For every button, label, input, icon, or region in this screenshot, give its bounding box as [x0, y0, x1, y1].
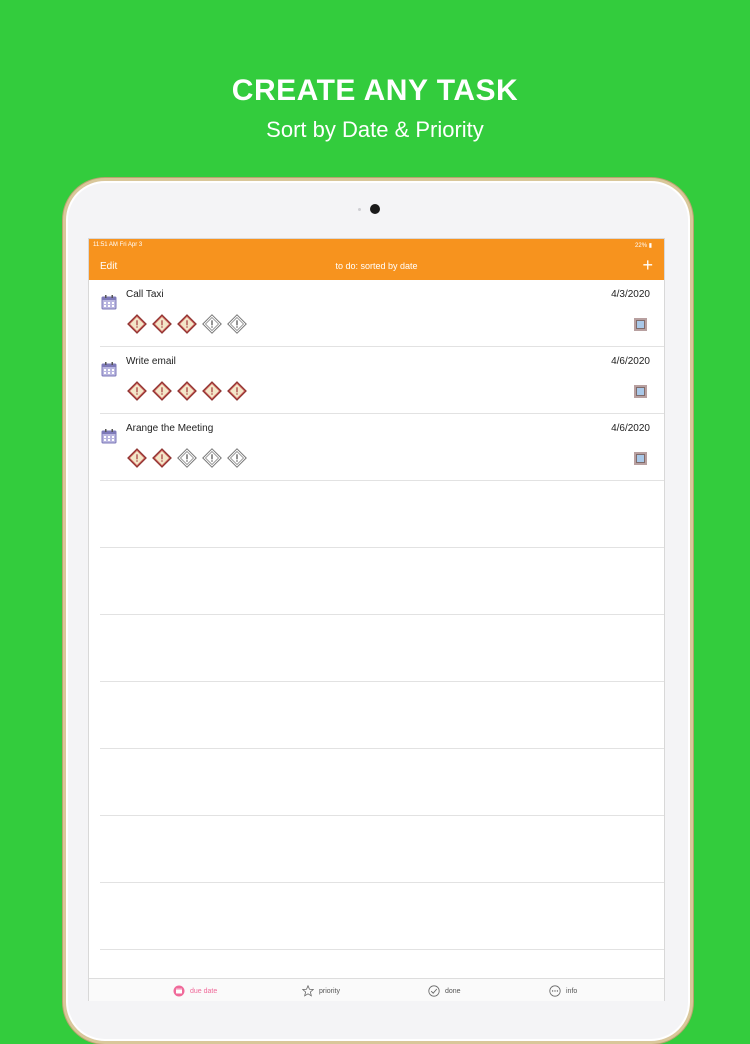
- done-checkbox[interactable]: [634, 385, 647, 398]
- priority-rating[interactable]: [127, 381, 247, 401]
- priority-rating[interactable]: [127, 314, 247, 334]
- task-row[interactable]: Write email 4/6/2020: [100, 347, 664, 414]
- tab-label: priority: [319, 987, 341, 995]
- add-task-button[interactable]: +: [642, 255, 653, 276]
- empty-row: [100, 883, 664, 950]
- priority-diamond-empty-icon[interactable]: [227, 314, 247, 334]
- priority-rating[interactable]: [127, 448, 247, 468]
- priority-diamond-empty-icon[interactable]: [202, 448, 222, 468]
- task-row[interactable]: Arange the Meeting 4/6/2020: [100, 414, 664, 481]
- task-date: 4/6/2020: [611, 356, 650, 367]
- task-date: 4/3/2020: [611, 289, 650, 300]
- priority-diamond-filled-icon[interactable]: [127, 381, 147, 401]
- task-row[interactable]: Call Taxi 4/3/2020: [100, 280, 664, 347]
- done-checkbox[interactable]: [634, 452, 647, 465]
- tab-done[interactable]: done: [428, 985, 461, 997]
- priority-diamond-filled-icon[interactable]: [127, 448, 147, 468]
- priority-diamond-filled-icon[interactable]: [177, 381, 197, 401]
- task-title: Call Taxi: [126, 289, 164, 300]
- tab-label: done: [445, 987, 461, 995]
- priority-diamond-empty-icon[interactable]: [177, 448, 197, 468]
- app-screen: 11:51 AM Fri Apr 3 22% ▮ Edit to do: sor…: [88, 238, 665, 1001]
- task-date: 4/6/2020: [611, 423, 650, 434]
- task-title: Arange the Meeting: [126, 423, 214, 434]
- tab-label: due date: [190, 987, 218, 995]
- tab-due-date[interactable]: due date: [173, 985, 217, 997]
- calendar-icon: [173, 985, 185, 997]
- empty-row: [100, 816, 664, 883]
- calendar-icon: [101, 361, 117, 382]
- priority-diamond-empty-icon[interactable]: [202, 314, 222, 334]
- done-checkbox[interactable]: [634, 318, 647, 331]
- priority-diamond-filled-icon[interactable]: [177, 314, 197, 334]
- empty-row: [100, 749, 664, 816]
- priority-diamond-filled-icon[interactable]: [202, 381, 222, 401]
- status-battery: 22% ▮: [635, 243, 652, 249]
- empty-row: [100, 615, 664, 682]
- tab-label: info: [566, 987, 578, 995]
- empty-row: [100, 481, 664, 548]
- priority-diamond-filled-icon[interactable]: [152, 381, 172, 401]
- status-time: 11:51 AM Fri Apr 3: [93, 242, 143, 248]
- nav-title: to do: sorted by date: [335, 261, 418, 271]
- task-title: Write email: [126, 356, 176, 367]
- priority-diamond-empty-icon[interactable]: [227, 448, 247, 468]
- priority-diamond-filled-icon[interactable]: [227, 381, 247, 401]
- tab-info[interactable]: info: [549, 985, 577, 997]
- priority-diamond-filled-icon[interactable]: [127, 314, 147, 334]
- front-camera: [370, 204, 380, 214]
- empty-row: [100, 548, 664, 615]
- promo-title: CREATE ANY TASK: [231, 74, 519, 107]
- star-icon: [302, 985, 314, 997]
- empty-row: [100, 682, 664, 749]
- promo-subtitle: Sort by Date & Priority: [266, 117, 484, 142]
- tab-bar: due date priority done info: [89, 978, 664, 1001]
- task-list: Call Taxi 4/3/2020 Write email 4/6/2020: [89, 280, 664, 950]
- calendar-icon: [101, 294, 117, 315]
- tab-priority[interactable]: priority: [302, 985, 340, 997]
- priority-diamond-filled-icon[interactable]: [152, 448, 172, 468]
- calendar-icon: [101, 428, 117, 449]
- more-circle-icon: [549, 985, 561, 997]
- status-bar: 11:51 AM Fri Apr 3 22% ▮: [89, 239, 664, 252]
- sensor-dot: [358, 208, 361, 211]
- check-circle-icon: [428, 985, 440, 997]
- navigation-bar: Edit to do: sorted by date +: [89, 252, 664, 280]
- priority-diamond-filled-icon[interactable]: [152, 314, 172, 334]
